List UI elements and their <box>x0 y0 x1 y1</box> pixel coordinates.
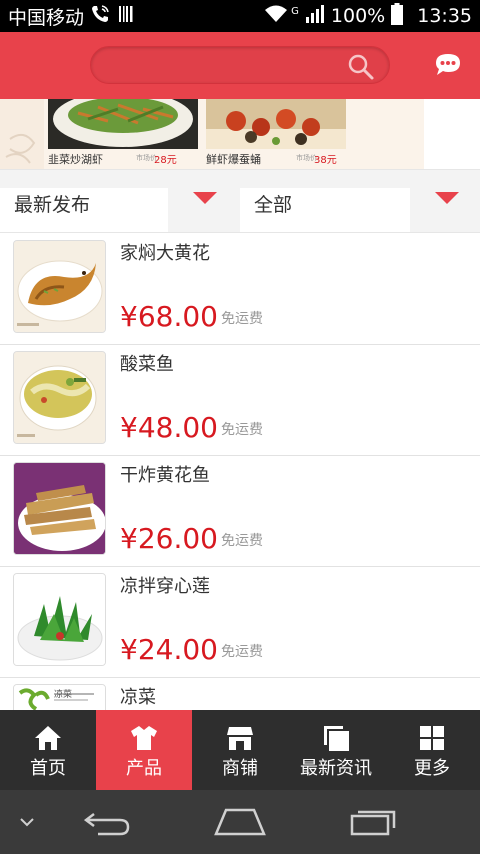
banner-food-photo <box>48 99 198 149</box>
sort-filter-dropdown[interactable]: 最新发布 <box>0 170 240 234</box>
home-button-icon[interactable] <box>214 806 266 840</box>
product-name: 干炸黄花鱼 <box>120 465 210 486</box>
wifi-icon <box>263 4 289 29</box>
nav-item-more[interactable]: 更多 <box>384 710 480 790</box>
nav-label: 商铺 <box>222 758 258 779</box>
search-box[interactable] <box>90 46 390 84</box>
banner-item[interactable]: 韭菜炒湖虾 市场价 28元 <box>48 99 200 169</box>
battery-percent: 100% <box>330 5 386 27</box>
banner-item-name: 韭菜炒湖虾 <box>48 153 103 166</box>
promo-banner[interactable]: 韭菜炒湖虾 市场价 28元 鲜虾爆蚕蛹 市场价 38元 <box>0 99 480 169</box>
product-thumbnail <box>13 573 106 666</box>
nav-item-store[interactable]: 商铺 <box>192 710 288 790</box>
shipping-label: 免运费 <box>221 311 263 327</box>
product-thumbnail-caption: 凉菜 <box>54 690 73 700</box>
status-bar: 中国移动 G 100% 13:35 <box>0 0 480 32</box>
nav-label: 首页 <box>30 758 66 779</box>
product-item[interactable]: 干炸黄花鱼 ¥26.00 免运费 <box>0 456 480 567</box>
product-name: 凉拌穿心莲 <box>120 576 210 597</box>
carrier-name: 中国移动 <box>8 6 85 29</box>
banner-item-price: 38元 <box>314 155 337 166</box>
product-thumbnail <box>13 351 106 444</box>
category-filter-label: 全部 <box>254 194 293 216</box>
banner-item-name: 鲜虾爆蚕蛹 <box>206 153 261 166</box>
chevron-down-icon[interactable] <box>18 814 36 833</box>
banner-item[interactable]: 鲜虾爆蚕蛹 市场价 38元 <box>206 99 356 169</box>
nav-label: 产品 <box>126 758 162 779</box>
store-icon <box>226 724 254 752</box>
product-thumbnail <box>13 462 106 555</box>
banner-decoration-right <box>424 99 480 169</box>
message-icon[interactable] <box>434 51 462 79</box>
banner-decoration <box>0 99 44 169</box>
shipping-label: 免运费 <box>221 422 263 438</box>
product-thumbnail: 凉菜 <box>13 684 106 710</box>
search-icon[interactable] <box>347 53 375 81</box>
app-screen: 中国移动 G 100% 13:35 韭菜炒湖虾 市场价 28元 鲜虾爆蚕蛹 市场… <box>0 0 480 854</box>
chevron-down-icon <box>435 192 459 204</box>
product-item[interactable]: 家焖大黄花 ¥68.00 免运费 <box>0 234 480 345</box>
product-item[interactable]: 凉拌穿心莲 ¥24.00 免运费 <box>0 567 480 678</box>
product-list[interactable]: 家焖大黄花 ¥68.00 免运费 酸菜鱼 ¥48.00 免运费 干炸黄花鱼 ¥2… <box>0 234 480 710</box>
product-name: 酸菜鱼 <box>120 354 174 375</box>
chevron-down-icon <box>193 192 217 204</box>
product-thumbnail <box>13 240 106 333</box>
product-price: ¥68.00 <box>120 300 218 333</box>
category-filter-dropdown[interactable]: 全部 <box>240 170 480 234</box>
shirt-icon <box>130 724 158 752</box>
banner-item-price: 28元 <box>154 155 177 166</box>
news-icon <box>322 724 350 752</box>
battery-icon <box>391 2 404 30</box>
banner-food-photo <box>206 99 346 149</box>
product-item[interactable]: 酸菜鱼 ¥48.00 免运费 <box>0 345 480 456</box>
network-type: G <box>291 5 299 17</box>
nav-label: 最新资讯 <box>300 758 372 779</box>
system-navigation-bar <box>0 790 480 854</box>
recent-apps-icon[interactable] <box>350 806 398 840</box>
home-icon <box>34 724 62 752</box>
filter-bar: 最新发布 全部 <box>0 169 480 233</box>
product-price: ¥48.00 <box>120 411 218 444</box>
nav-item-products[interactable]: 产品 <box>96 710 192 790</box>
app-header <box>0 32 480 99</box>
grid-icon <box>418 724 446 752</box>
back-icon[interactable] <box>83 808 130 840</box>
nav-item-news[interactable]: 最新资讯 <box>288 710 384 790</box>
product-name: 家焖大黄花 <box>120 243 210 264</box>
nav-label: 更多 <box>414 758 450 779</box>
product-item[interactable]: 凉菜 凉菜 <box>0 678 480 710</box>
shipping-label: 免运费 <box>221 533 263 549</box>
product-price: ¥26.00 <box>120 522 218 555</box>
clock: 13:35 <box>417 5 472 27</box>
product-name: 凉菜 <box>120 687 156 708</box>
barcode-icon <box>118 4 134 29</box>
shipping-label: 免运费 <box>221 644 263 660</box>
sort-filter-label: 最新发布 <box>14 194 91 216</box>
nav-item-home[interactable]: 首页 <box>0 710 96 790</box>
phone-call-icon <box>90 4 110 29</box>
product-price: ¥24.00 <box>120 633 218 666</box>
search-input[interactable] <box>107 53 337 79</box>
signal-icon <box>305 4 325 29</box>
bottom-navigation: 首页 产品 商铺 最新资讯 更多 <box>0 710 480 790</box>
